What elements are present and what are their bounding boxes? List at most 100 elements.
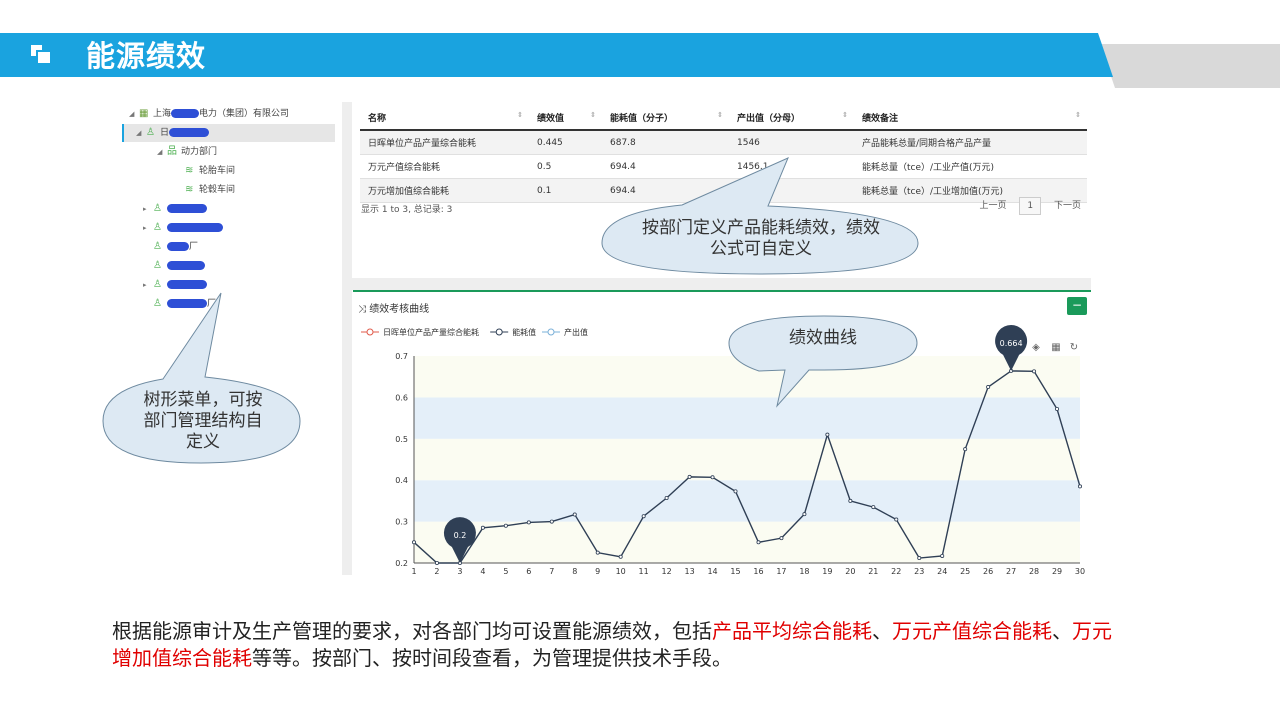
- layers-icon: ≋: [185, 165, 194, 176]
- data-point: [756, 540, 761, 545]
- tree-node-item[interactable]: ♙: [153, 257, 205, 275]
- data-point: [986, 385, 991, 390]
- tree-node-item[interactable]: ▸ ♙: [143, 219, 223, 237]
- legend-marker: [547, 328, 555, 336]
- x-tick-label: 8: [572, 567, 577, 576]
- table-row[interactable]: 日晖单位产品产量综合能耗 0.445 687.8 1546 产品能耗总量/同期合格产品产…: [360, 130, 1087, 155]
- data-point: [412, 540, 417, 545]
- group-icon: ♙: [153, 203, 162, 214]
- column-header-name[interactable]: 名称 ⇕: [360, 105, 529, 131]
- caret-right-icon[interactable]: ▸: [143, 276, 153, 294]
- y-tick-label: 0.7: [395, 352, 408, 361]
- legend-marker: [495, 328, 503, 336]
- data-point: [664, 496, 669, 501]
- group-icon: ♙: [153, 222, 162, 233]
- tree-node-item[interactable]: ▸ ♙: [143, 200, 207, 218]
- x-tick-label: 9: [595, 567, 600, 576]
- data-point: [595, 550, 600, 555]
- legend-label: 产出值: [564, 327, 588, 337]
- data-point: [802, 512, 807, 517]
- y-tick-label: 0.2: [395, 559, 408, 568]
- description-text: 根据能源审计及生产管理的要求，对各部门均可设置能源绩效，包括产品平均综合能耗、万…: [112, 619, 1112, 670]
- x-tick-label: 23: [914, 567, 924, 576]
- sort-icon: ⇕: [590, 110, 596, 119]
- chart-panel-title: ⤨ 绩效考核曲线: [358, 304, 430, 315]
- data-point: [549, 519, 554, 524]
- chart-panel: 0.2 0.3 0.4 0.5 0.6 0.7 1 2 3 4 5 6 7 8 9 10 11 12 13 14 15 1…: [353, 290, 1091, 579]
- x-tick-label: 22: [891, 567, 901, 576]
- x-tick-label: 7: [549, 567, 554, 576]
- shuffle-icon: ⤨: [358, 304, 366, 315]
- column-header-energy[interactable]: 能耗值（分子） ⇕: [602, 105, 729, 131]
- caret-right-icon[interactable]: ▸: [143, 219, 153, 237]
- x-tick-label: 27: [1006, 567, 1016, 576]
- y-tick-label: 0.6: [395, 393, 408, 402]
- data-point: [733, 489, 738, 494]
- x-tick-label: 1: [411, 567, 416, 576]
- tree-node-dept[interactable]: ◢ 品动力部门: [157, 143, 217, 161]
- callout-curve-text: 绩效曲线: [789, 328, 857, 348]
- callout-table: 按部门定义产品能耗绩效，绩效公式可自定义: [601, 157, 920, 276]
- x-tick-label: 2: [434, 567, 439, 576]
- prev-page-button[interactable]: 上一页: [979, 198, 1006, 211]
- legend-label: 能耗值: [512, 327, 536, 337]
- y-tick-label: 0.5: [395, 435, 408, 444]
- pagination: 上一页 1 下一页: [969, 197, 1081, 215]
- data-point: [641, 514, 646, 519]
- sort-icon: ⇕: [717, 110, 723, 119]
- slide-bullet-icon: [30, 44, 56, 66]
- caret-down-icon[interactable]: ◢: [157, 143, 167, 161]
- column-header-note[interactable]: 绩效备注 ⇕: [854, 105, 1087, 131]
- x-tick-label: 12: [662, 567, 672, 576]
- tree-node-workshop-1[interactable]: ≋ 轮胎车间: [185, 162, 235, 180]
- tree-divider: [342, 102, 352, 575]
- panel-separator: [352, 278, 1091, 290]
- x-tick-label: 20: [845, 567, 855, 576]
- tree-node-item[interactable]: ▸ ♙: [143, 276, 207, 294]
- group-icon: ♙: [153, 260, 162, 271]
- next-page-button[interactable]: 下一页: [1054, 198, 1081, 211]
- layers-toolbox-icon[interactable]: ◈: [1032, 342, 1040, 353]
- x-tick-label: 18: [799, 567, 809, 576]
- x-tick-label: 17: [776, 567, 786, 576]
- tree-node-item[interactable]: ♙ 厂: [153, 238, 198, 256]
- data-point: [940, 553, 945, 558]
- data-point: [894, 517, 899, 522]
- header-grey-band: [1100, 44, 1280, 88]
- grid-toolbox-icon[interactable]: ▦: [1051, 342, 1060, 353]
- group-icon: ♙: [153, 241, 162, 252]
- data-point: [572, 512, 577, 517]
- data-point: [917, 556, 922, 561]
- page-title: 能源绩效: [86, 39, 207, 73]
- data-point: [480, 525, 485, 530]
- x-tick-label: 4: [480, 567, 485, 576]
- data-point: [963, 447, 968, 452]
- legend-label: 日晖单位产品产量综合能耗: [383, 327, 479, 337]
- page-number-button[interactable]: 1: [1019, 197, 1042, 215]
- tree-node-root[interactable]: ◢ ▦ 上海 电力（集团）有限公司: [129, 105, 289, 123]
- column-header-value[interactable]: 绩效值 ⇕: [529, 105, 602, 131]
- layers-icon: ≋: [185, 184, 194, 195]
- x-tick-label: 15: [730, 567, 740, 576]
- caret-down-icon[interactable]: ◢: [129, 105, 139, 123]
- data-point: [825, 432, 830, 437]
- collapse-button[interactable]: −: [1067, 297, 1087, 315]
- x-tick-label: 5: [503, 567, 508, 576]
- x-tick-label: 11: [639, 567, 649, 576]
- data-point: [1078, 484, 1083, 489]
- x-tick-label: 6: [526, 567, 531, 576]
- caret-right-icon[interactable]: ▸: [143, 200, 153, 218]
- x-tick-label: 19: [822, 567, 832, 576]
- chart-band: [414, 521, 1080, 563]
- sort-icon: ⇕: [517, 110, 523, 119]
- data-point: [687, 474, 692, 479]
- group-icon: ♙: [153, 279, 162, 290]
- tree-node-selected[interactable]: ◢ ♙ 日: [122, 124, 335, 142]
- record-count: 显示 1 to 3, 总记录: 3: [361, 205, 453, 215]
- column-header-output[interactable]: 产出值（分母） ⇕: [729, 105, 854, 131]
- tree-node-workshop-2[interactable]: ≋ 轮毂车间: [185, 181, 235, 199]
- caret-down-icon[interactable]: ◢: [136, 124, 146, 142]
- refresh-toolbox-icon[interactable]: ↻: [1070, 342, 1078, 353]
- x-tick-label: 30: [1075, 567, 1085, 576]
- chart-band: [414, 438, 1080, 481]
